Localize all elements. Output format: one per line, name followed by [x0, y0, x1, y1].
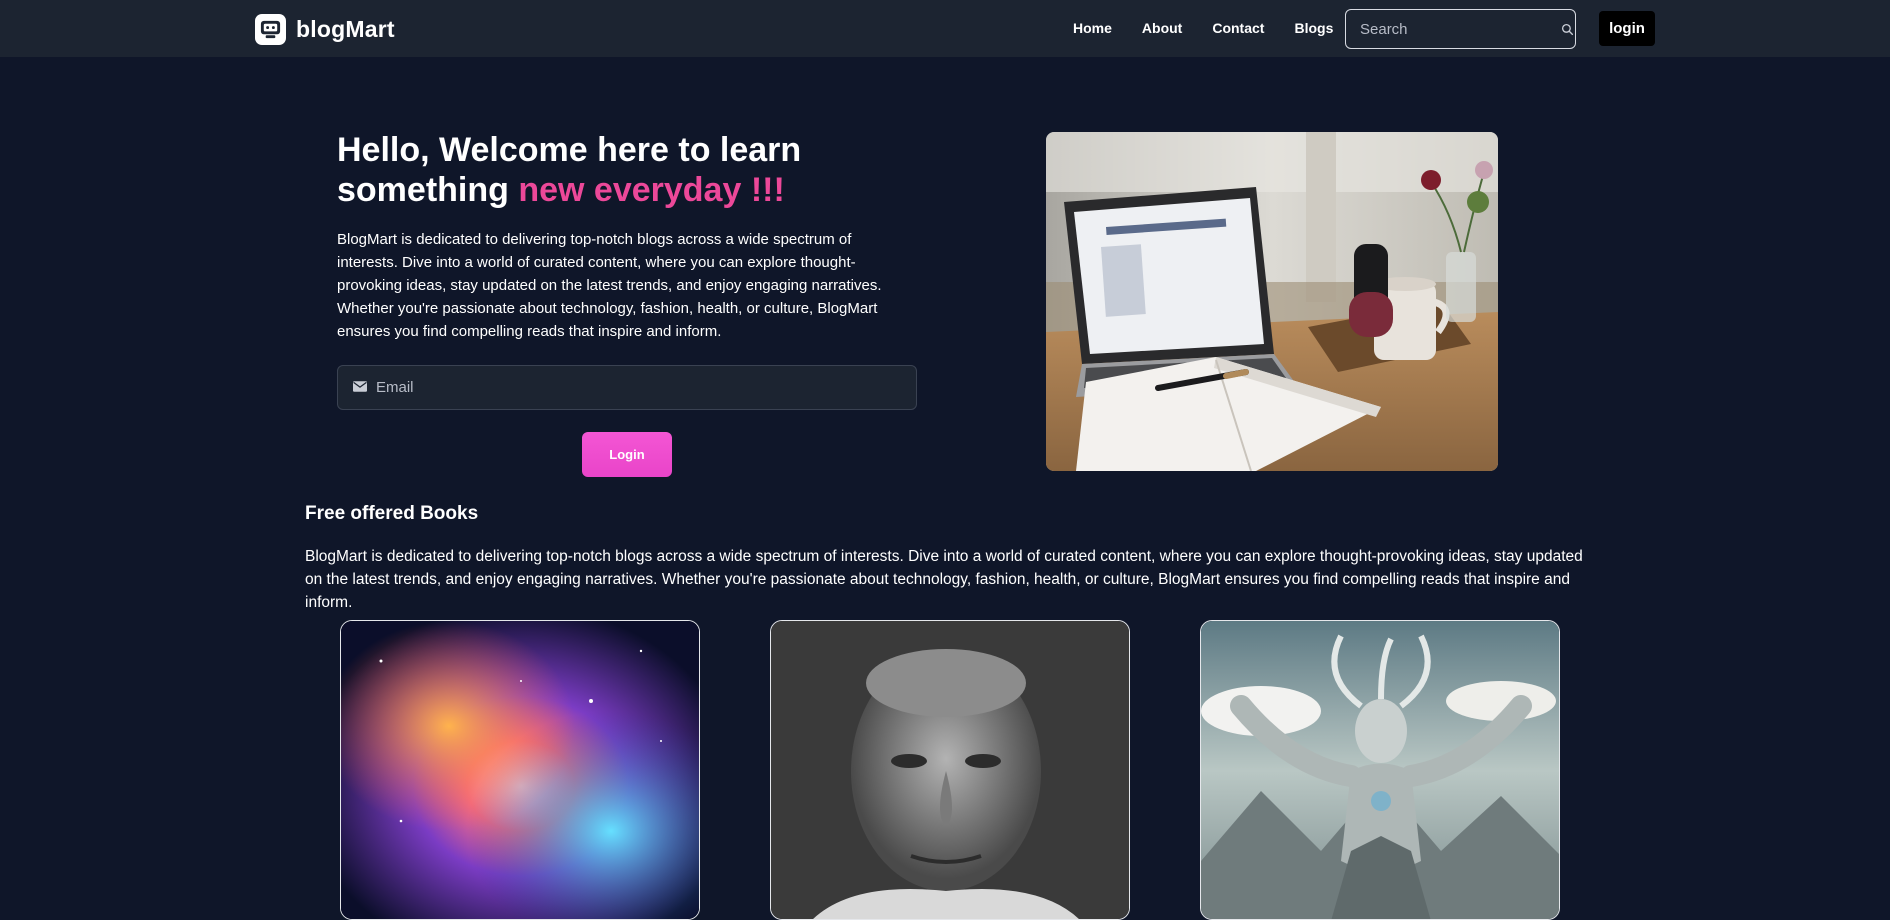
- book-card-mythic[interactable]: [1200, 620, 1560, 920]
- book-cover-nebula: [341, 621, 699, 919]
- nav-login-button[interactable]: login: [1599, 11, 1655, 46]
- hero-login-button[interactable]: Login: [582, 432, 672, 477]
- search-box: [1345, 9, 1576, 49]
- nav-link-about[interactable]: About: [1142, 18, 1182, 38]
- email-input[interactable]: [367, 366, 916, 409]
- book-cover-mythic: [1201, 621, 1559, 919]
- brand[interactable]: blogMart: [255, 13, 395, 45]
- brand-name: blogMart: [296, 15, 395, 42]
- book-card-nebula[interactable]: [340, 620, 700, 920]
- section-title: Free offered Books: [305, 503, 479, 524]
- logo-icon: [255, 13, 286, 45]
- section-description: BlogMart is dedicated to delivering top-…: [305, 548, 1583, 611]
- envelope-icon: [353, 379, 367, 397]
- search-input[interactable]: [1346, 10, 1559, 48]
- nav-link-blogs[interactable]: Blogs: [1294, 18, 1333, 38]
- hero-description: BlogMart is dedicated to delivering top-…: [337, 231, 882, 340]
- navbar: blogMart Home About Contact Blogs login: [0, 0, 1890, 57]
- hero-title: Hello, Welcome here to learn something n…: [337, 130, 897, 210]
- book-cover-portrait: [771, 621, 1129, 919]
- nav-link-home[interactable]: Home: [1073, 18, 1112, 38]
- book-card-portrait[interactable]: [770, 620, 1130, 920]
- hero-title-accent: new everyday !!!: [518, 171, 785, 209]
- nav-links: Home About Contact Blogs: [1073, 18, 1363, 38]
- search-icon[interactable]: [1559, 23, 1575, 36]
- nav-link-contact[interactable]: Contact: [1212, 18, 1264, 38]
- email-field: [337, 365, 917, 410]
- hero-image: [1046, 132, 1498, 471]
